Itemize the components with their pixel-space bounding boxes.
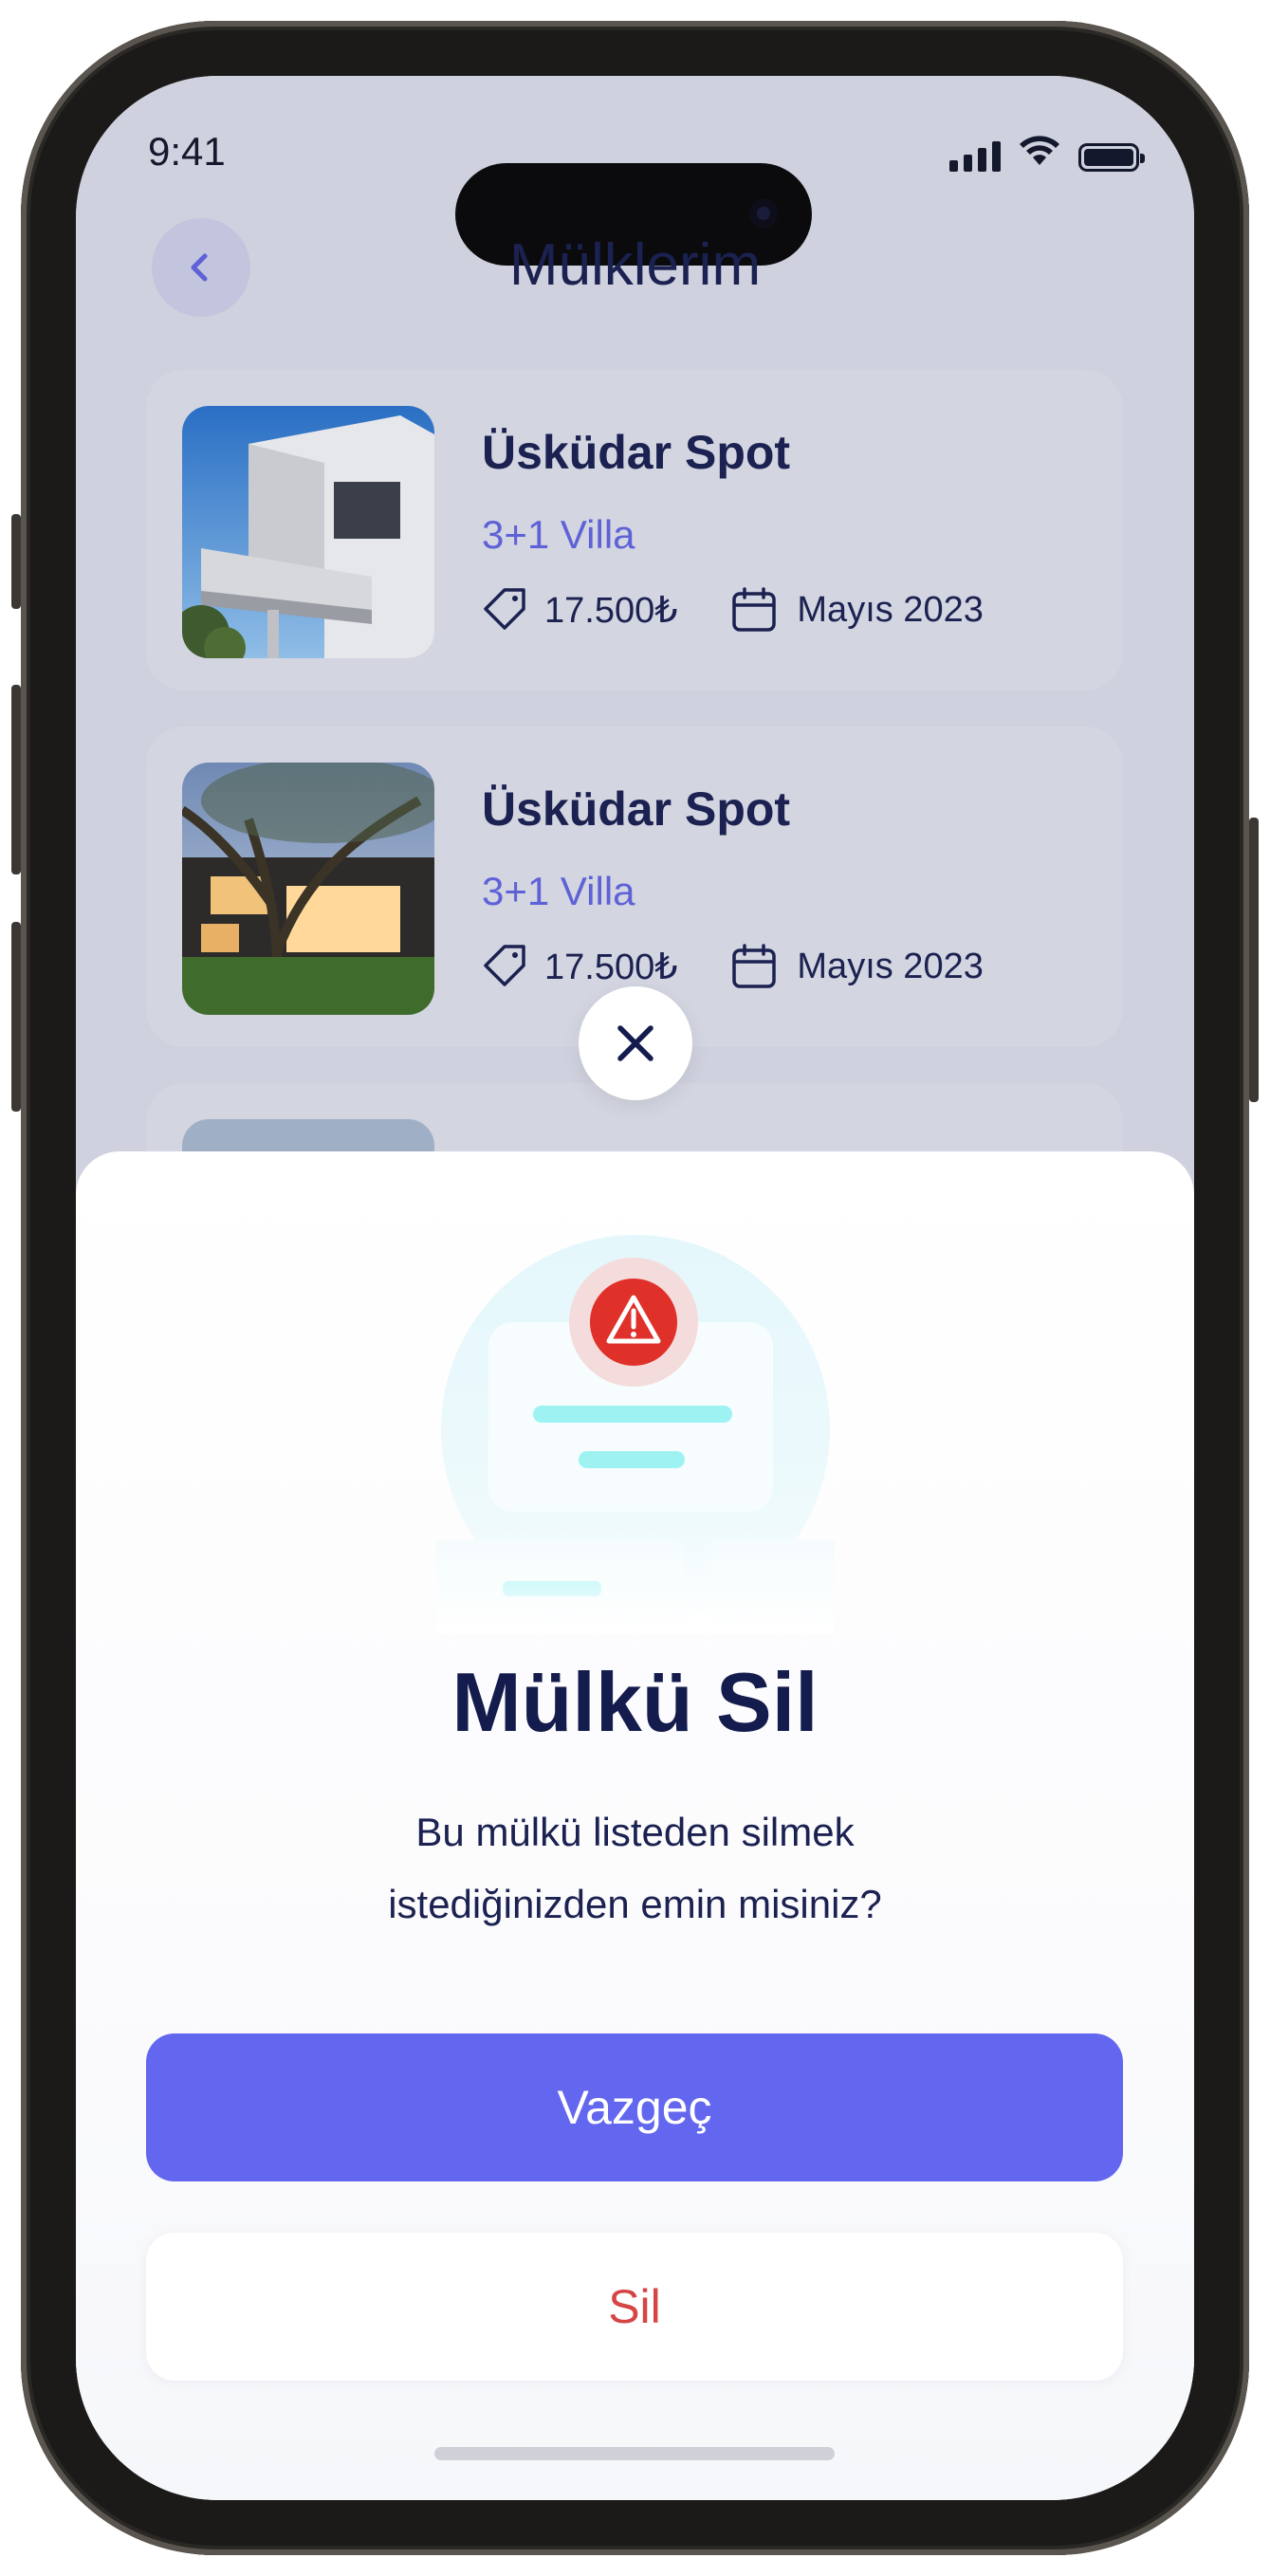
property-name: Üsküdar Spot xyxy=(482,426,791,479)
dialog-title: Mülkü Sil xyxy=(451,1655,819,1749)
price-tag-icon xyxy=(482,586,535,634)
property-card[interactable]: Üsküdar Spot 3+1 Villa 17.500₺ Mayıs 202… xyxy=(146,370,1123,690)
battery-icon xyxy=(1078,143,1145,172)
property-meta: 17.500₺ Mayıs 2023 xyxy=(482,943,984,990)
property-type: 3+1 Villa xyxy=(482,869,635,913)
delete-illustration xyxy=(436,1235,835,1633)
dialog-message-line-2: istediğinizden emin misiniz? xyxy=(388,1882,882,1926)
delete-dialog-sheet: Mülkü Sil Bu mülkü listeden silmek isted… xyxy=(76,1151,1194,2500)
delete-button[interactable]: Sil xyxy=(146,2233,1123,2381)
property-name: Üsküdar Spot xyxy=(482,782,791,836)
calendar-icon xyxy=(730,943,783,990)
page-title: Mülklerim xyxy=(508,232,762,298)
volume-down-button xyxy=(11,922,21,1112)
property-image xyxy=(182,763,434,1015)
close-icon xyxy=(617,1025,653,1061)
header: Mülklerim xyxy=(76,218,1194,322)
calendar-icon xyxy=(730,586,783,634)
cellular-signal-icon xyxy=(949,139,1001,172)
wifi-icon xyxy=(1018,135,1061,172)
dialog-message: Bu mülkü listeden silmek istediğinizden … xyxy=(266,1796,1004,1941)
action-button xyxy=(11,514,21,609)
price-tag-icon xyxy=(482,943,535,990)
close-button[interactable] xyxy=(579,986,692,1100)
power-button xyxy=(1249,818,1259,1102)
property-meta: 17.500₺ Mayıs 2023 xyxy=(482,586,984,634)
status-time: 9:41 xyxy=(148,129,226,174)
screen: 9:41 Mülklerim Üsküdar Spot 3+1 Villa 17… xyxy=(76,76,1194,2500)
property-date: Mayıs 2023 xyxy=(797,589,984,630)
property-price: 17.500₺ xyxy=(544,947,678,987)
property-date: Mayıs 2023 xyxy=(797,946,984,986)
home-indicator[interactable] xyxy=(434,2447,835,2460)
property-price: 17.500₺ xyxy=(544,590,678,631)
property-image xyxy=(182,406,434,658)
cancel-button[interactable]: Vazgeç xyxy=(146,2033,1123,2181)
status-icons xyxy=(949,135,1145,172)
status-bar: 9:41 xyxy=(76,129,1194,266)
volume-up-button xyxy=(11,685,21,874)
dialog-message-line-1: Bu mülkü listeden silmek xyxy=(415,1810,855,1854)
property-type: 3+1 Villa xyxy=(482,512,635,557)
